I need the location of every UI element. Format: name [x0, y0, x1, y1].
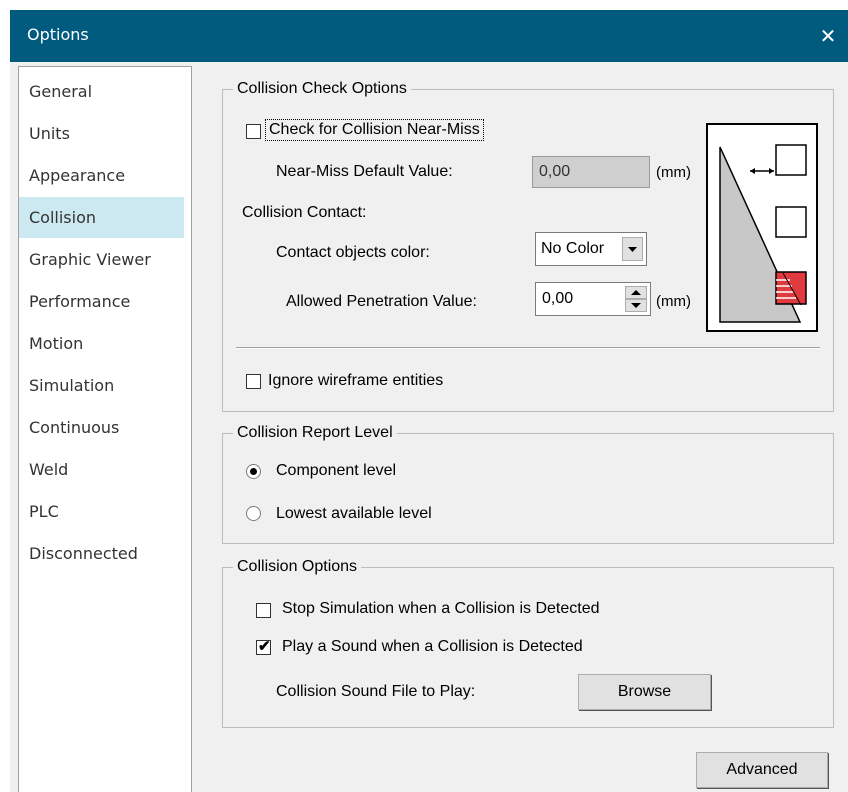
- stop-simulation-label[interactable]: Stop Simulation when a Collision is Dete…: [282, 600, 600, 618]
- near-miss-checkbox[interactable]: [246, 124, 261, 139]
- category-item-general[interactable]: General: [19, 71, 191, 112]
- category-item-performance[interactable]: Performance: [19, 281, 191, 322]
- component-level-label[interactable]: Component level: [276, 462, 396, 480]
- contact-color-label: Contact objects color:: [276, 244, 430, 261]
- title-bar: Options ✕: [10, 10, 848, 62]
- lowest-level-radio[interactable]: [246, 506, 261, 521]
- collision-report-level-group: Collision Report Level: [222, 424, 834, 544]
- penetration-unit: (mm): [656, 293, 691, 310]
- component-level-radio[interactable]: [246, 464, 261, 479]
- ignore-wireframe-label[interactable]: Ignore wireframe entities: [268, 372, 443, 390]
- category-item-simulation[interactable]: Simulation: [19, 365, 191, 406]
- near-miss-checkbox-label[interactable]: Check for Collision Near-Miss: [265, 119, 484, 141]
- ignore-wireframe-checkbox[interactable]: [246, 374, 261, 389]
- close-icon[interactable]: ✕: [808, 10, 848, 62]
- penetration-label: Allowed Penetration Value:: [286, 293, 477, 310]
- category-item-continuous[interactable]: Continuous: [19, 407, 191, 448]
- penetration-spinner[interactable]: 0,00: [535, 282, 651, 316]
- spin-updown-icon[interactable]: [625, 286, 647, 312]
- check-icon: ✔: [258, 638, 271, 655]
- group-title: Collision Report Level: [237, 424, 393, 441]
- collision-contact-label: Collision Contact:: [242, 204, 367, 221]
- dialog-body: General Units Appearance Collision Graph…: [10, 62, 848, 792]
- category-item-collision[interactable]: Collision: [19, 197, 184, 238]
- collision-diagram-icon: [706, 123, 818, 332]
- sound-file-label: Collision Sound File to Play:: [276, 683, 476, 700]
- category-item-units[interactable]: Units: [19, 113, 191, 154]
- group-title: Collision Check Options: [237, 80, 407, 97]
- contact-color-value: No Color: [541, 240, 605, 257]
- play-sound-label[interactable]: Play a Sound when a Collision is Detecte…: [282, 638, 583, 656]
- contact-color-dropdown[interactable]: No Color: [535, 232, 647, 266]
- lowest-level-label[interactable]: Lowest available level: [276, 505, 432, 523]
- category-item-appearance[interactable]: Appearance: [19, 155, 191, 196]
- group-title: Collision Options: [237, 558, 358, 575]
- near-miss-unit: (mm): [656, 164, 691, 181]
- chevron-down-icon[interactable]: [622, 237, 643, 261]
- window-title: Options: [27, 25, 89, 44]
- near-miss-default-field: 0,00: [532, 156, 650, 188]
- category-list[interactable]: General Units Appearance Collision Graph…: [18, 66, 192, 792]
- penetration-value[interactable]: 0,00: [542, 290, 573, 308]
- category-item-disconnected[interactable]: Disconnected: [19, 533, 191, 574]
- play-sound-checkbox[interactable]: ✔: [256, 638, 271, 655]
- category-item-plc[interactable]: PLC: [19, 491, 191, 532]
- category-item-weld[interactable]: Weld: [19, 449, 191, 490]
- category-item-motion[interactable]: Motion: [19, 323, 191, 364]
- browse-button[interactable]: Browse: [578, 674, 711, 710]
- category-item-graphic-viewer[interactable]: Graphic Viewer: [19, 239, 191, 280]
- near-miss-default-label: Near-Miss Default Value:: [276, 163, 453, 180]
- stop-simulation-checkbox[interactable]: [256, 603, 271, 618]
- advanced-button[interactable]: Advanced: [696, 752, 828, 788]
- section-divider: [236, 347, 820, 349]
